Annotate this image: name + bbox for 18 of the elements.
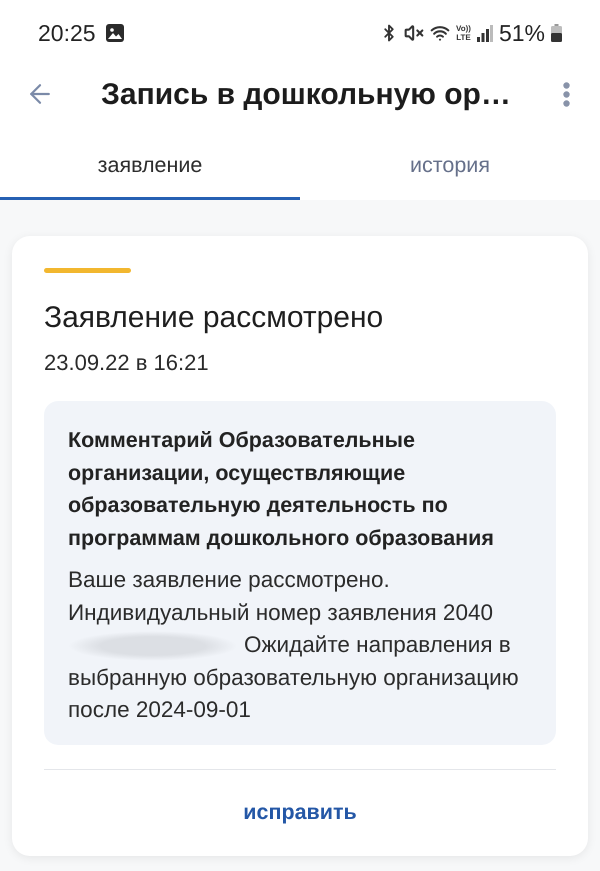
tab[interactable]: заявление xyxy=(0,122,300,200)
page-title: Запись в дошкольную ор… xyxy=(100,76,512,112)
network-label: Vo)) xyxy=(456,24,471,33)
network-label: LTE xyxy=(456,33,471,42)
more-icon xyxy=(562,82,570,106)
wifi-icon xyxy=(430,23,450,43)
tab[interactable]: история xyxy=(300,122,600,200)
mute-icon xyxy=(404,23,424,43)
edit-button[interactable]: исправить xyxy=(44,770,556,856)
clock-time: 20:25 xyxy=(38,18,96,48)
image-icon xyxy=(106,24,124,42)
status-title: Заявление рассмотрено xyxy=(44,300,384,336)
battery-icon xyxy=(551,24,562,42)
comment-title: Комментарий Образовательные организации, осуществляющие образовательную деятельность по программам дошкольного образования xyxy=(68,427,495,552)
comment-text: Ваше заявление рассмотрено. Индивидуальный номер заявления 2040 xyxy=(68,566,494,627)
battery-percent: 51% xyxy=(498,18,545,48)
signal-icon xyxy=(476,24,493,42)
status-date: 23.09.22 в 16:21 xyxy=(44,349,210,377)
